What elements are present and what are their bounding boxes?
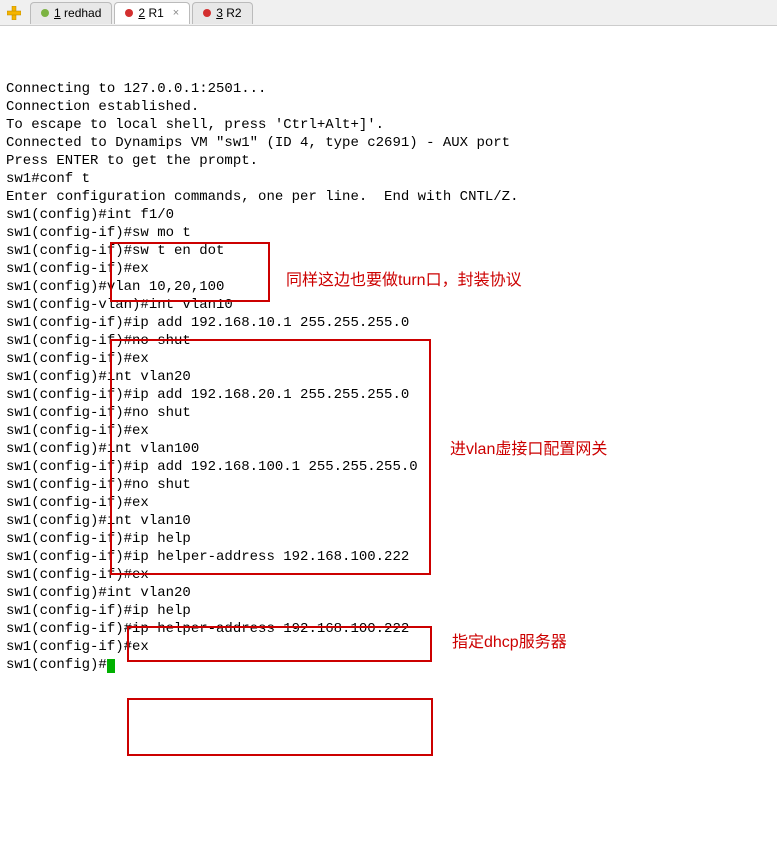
terminal-line: sw1(config-if)#ip add 192.168.20.1 255.2… [6,386,777,404]
terminal-line: sw1(config)#int vlan10 [6,512,777,530]
terminal-line: Connected to Dynamips VM "sw1" (ID 4, ty… [6,134,777,152]
plus-icon [7,6,21,20]
add-tab-button[interactable] [4,3,24,23]
terminal-line: sw1(config-if)#no shut [6,404,777,422]
terminal-line: sw1(config-if)#no shut [6,476,777,494]
terminal-line: sw1(config-if)#ip helper-address 192.168… [6,620,777,638]
tab-r1[interactable]: 2 R1 × [114,2,190,24]
terminal-line: sw1(config-if)#ex [6,350,777,368]
terminal-line: sw1(config)#int vlan20 [6,368,777,386]
terminal-line: sw1(config)#int vlan20 [6,584,777,602]
terminal-line: sw1(config-if)#ex [6,638,777,656]
terminal-line: sw1(config-if)#ip add 192.168.100.1 255.… [6,458,777,476]
tab-label: 1 redhad [54,4,101,22]
terminal-line: sw1(config-if)#ip helper-address 192.168… [6,548,777,566]
status-dot-icon [203,9,211,17]
terminal-line: sw1(config)#int vlan100 [6,440,777,458]
terminal-line: sw1(config-if)#sw t en dot [6,242,777,260]
close-icon[interactable]: × [169,4,179,22]
terminal-line: sw1(config-if)#ip add 192.168.10.1 255.2… [6,314,777,332]
highlight-box-4 [127,698,433,756]
terminal-line: sw1#conf t [6,170,777,188]
terminal-line: To escape to local shell, press 'Ctrl+Al… [6,116,777,134]
terminal-line: Connecting to 127.0.0.1:2501... [6,80,777,98]
cursor [107,659,115,673]
tab-label: 2 R1 [138,4,163,22]
terminal-line: Press ENTER to get the prompt. [6,152,777,170]
annotation-2: 进vlan虚接口配置网关 [450,441,607,459]
terminal-line: sw1(config-if)#ex [6,494,777,512]
terminal-line: sw1(config-if)#sw mo t [6,224,777,242]
annotation-3: 指定dhcp服务器 [452,634,567,652]
terminal-line: sw1(config-if)#ex [6,566,777,584]
terminal-output[interactable]: Connecting to 127.0.0.1:2501...Connectio… [0,26,777,864]
terminal-lines: Connecting to 127.0.0.1:2501...Connectio… [6,80,777,674]
tab-redhad[interactable]: 1 redhad [30,2,112,24]
annotation-1: 同样这边也要做turn口，封装协议 [286,272,522,290]
terminal-line: sw1(config-vlan)#int vlan10 [6,296,777,314]
status-dot-icon [41,9,49,17]
tab-label: 3 R2 [216,4,241,22]
tab-bar: 1 redhad 2 R1 × 3 R2 [0,0,777,26]
terminal-line: sw1(config-if)#ip help [6,602,777,620]
terminal-line: Connection established. [6,98,777,116]
terminal-line: Enter configuration commands, one per li… [6,188,777,206]
terminal-line: sw1(config-if)#ip help [6,530,777,548]
terminal-line: sw1(config-if)#ex [6,422,777,440]
tab-r2[interactable]: 3 R2 [192,2,252,24]
terminal-line: sw1(config)#int f1/0 [6,206,777,224]
terminal-line: sw1(config)# [6,656,777,674]
terminal-line: sw1(config-if)#no shut [6,332,777,350]
status-dot-icon [125,9,133,17]
